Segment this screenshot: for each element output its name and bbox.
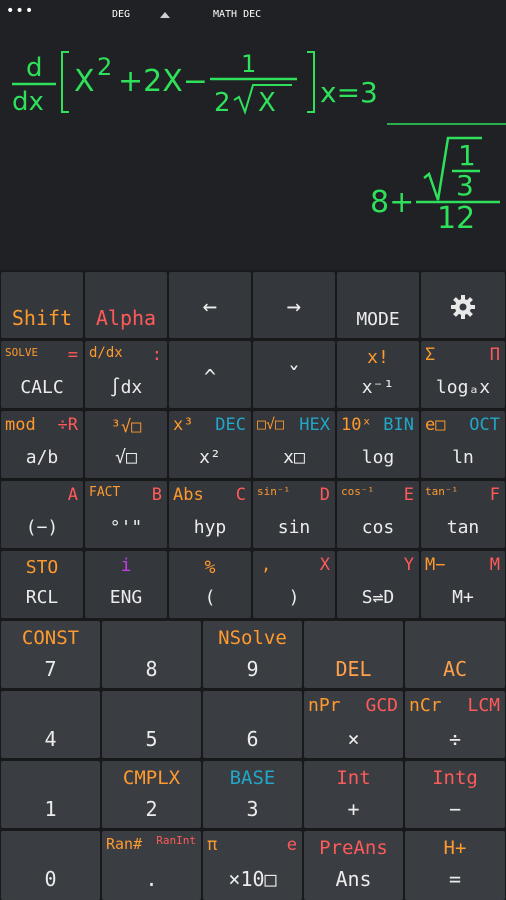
tan-button[interactable]: tan⁻¹ F tan	[421, 481, 505, 548]
negative-button[interactable]: A (−)	[1, 481, 83, 548]
three-button[interactable]: BASE 3	[203, 761, 302, 828]
status-bar: ••• DEG MATH DEC	[0, 0, 506, 28]
ln-button[interactable]: e□ OCT ln	[421, 411, 505, 478]
memory-plus-button[interactable]: M− M M+	[421, 551, 505, 618]
left-bracket	[61, 51, 69, 113]
inverse-button[interactable]: x! x⁻¹	[337, 341, 419, 408]
mode-button[interactable]: MODE	[337, 272, 419, 338]
four-button[interactable]: 4	[1, 691, 100, 758]
times-ten-power-button[interactable]: π e ×10□	[203, 831, 302, 900]
cursor-up-button[interactable]: ^	[169, 341, 251, 408]
minus-button[interactable]: Intg −	[405, 761, 505, 828]
right-paren-button[interactable]: , X )	[253, 551, 335, 618]
fraction-denominator-two: 2	[214, 88, 231, 118]
fraction-button[interactable]: mod ÷R a/b	[1, 411, 83, 478]
six-button[interactable]: 6	[203, 691, 302, 758]
multiply-button[interactable]: nPr GCD ×	[304, 691, 403, 758]
log-button[interactable]: 10ˣ BIN log	[337, 411, 419, 478]
eight-button[interactable]: 8	[102, 621, 201, 688]
s-to-d-button[interactable]: Y S⇌D	[337, 551, 419, 618]
term-x: X	[74, 64, 95, 99]
result-eight-plus: 8+	[370, 185, 414, 220]
zero-button[interactable]: 0	[1, 831, 100, 900]
cursor-down-button[interactable]: ˇ	[253, 341, 335, 408]
right-bracket	[307, 51, 315, 113]
left-paren-button[interactable]: % (	[169, 551, 251, 618]
sin-button[interactable]: sin⁻¹ D sin	[253, 481, 335, 548]
result-inner-denominator: 3	[456, 169, 474, 202]
sqrt-button[interactable]: ³√□ √□	[85, 411, 167, 478]
five-button[interactable]: 5	[102, 691, 201, 758]
all-clear-button[interactable]: AC	[405, 621, 505, 688]
square-button[interactable]: x³ DEC x²	[169, 411, 251, 478]
arrow-left-icon: ←	[202, 292, 218, 320]
cos-button[interactable]: cos⁻¹ E cos	[337, 481, 419, 548]
equals-button[interactable]: H+ =	[405, 831, 505, 900]
result-inner-numerator: 1	[458, 139, 476, 172]
expression-render: d dx X 2 +2X− 1 2 X x=3 8+ 1 3 12	[12, 50, 506, 236]
calc-button[interactable]: SOLVE = CALC	[1, 341, 83, 408]
delete-button[interactable]: DEL	[304, 621, 403, 688]
chevron-down-icon: ˇ	[286, 363, 302, 391]
answer-button[interactable]: PreAns Ans	[304, 831, 403, 900]
decimal-point-button[interactable]: Ran# RanInt .	[102, 831, 201, 900]
divide-button[interactable]: nCr LCM ÷	[405, 691, 505, 758]
calculator-display: d dx X 2 +2X− 1 2 X x=3 8+ 1 3 12	[0, 28, 506, 270]
alpha-button[interactable]: Alpha	[85, 272, 167, 338]
degree-minute-second-button[interactable]: FACT B °'"	[85, 481, 167, 548]
seven-button[interactable]: CONST 7	[1, 621, 100, 688]
angle-mode-indicator: DEG	[112, 9, 131, 20]
gear-icon	[451, 295, 475, 319]
term-plus-2x-minus: +2X−	[118, 64, 208, 99]
term-exponent: 2	[97, 53, 112, 81]
shift-button[interactable]: Shift	[1, 272, 83, 338]
collapse-triangle-icon[interactable]	[160, 12, 170, 18]
display-mode-indicator: MATH DEC	[213, 9, 262, 20]
evaluation-point: x=3	[320, 76, 378, 109]
result-denominator: 12	[437, 201, 475, 236]
settings-button[interactable]	[421, 272, 505, 338]
two-button[interactable]: CMPLX 2	[102, 761, 201, 828]
chevron-up-icon: ^	[203, 365, 217, 389]
cursor-right-button[interactable]: →	[253, 272, 335, 338]
arrow-right-icon: →	[286, 292, 302, 320]
keypad: Shift Alpha ← → MODE SOLVE = CALC d/dx:…	[0, 270, 506, 900]
more-dots-icon[interactable]: •••	[6, 4, 34, 18]
integral-button[interactable]: d/dx : ∫dx	[85, 341, 167, 408]
hyp-button[interactable]: Abs C hyp	[169, 481, 251, 548]
one-button[interactable]: 1	[1, 761, 100, 828]
recall-button[interactable]: STO RCL	[1, 551, 83, 618]
nine-button[interactable]: NSolve 9	[203, 621, 302, 688]
power-button[interactable]: □√□ HEX x□	[253, 411, 335, 478]
fraction-numerator: 1	[241, 50, 256, 78]
plus-button[interactable]: Int +	[304, 761, 403, 828]
sqrt-radicand: X	[258, 88, 276, 118]
eng-button[interactable]: i ENG	[85, 551, 167, 618]
cursor-left-button[interactable]: ←	[169, 272, 251, 338]
derivative-numerator: d	[26, 53, 43, 83]
derivative-denominator: dx	[12, 87, 44, 117]
log-base-button[interactable]: Σ Π logₐx	[421, 341, 505, 408]
